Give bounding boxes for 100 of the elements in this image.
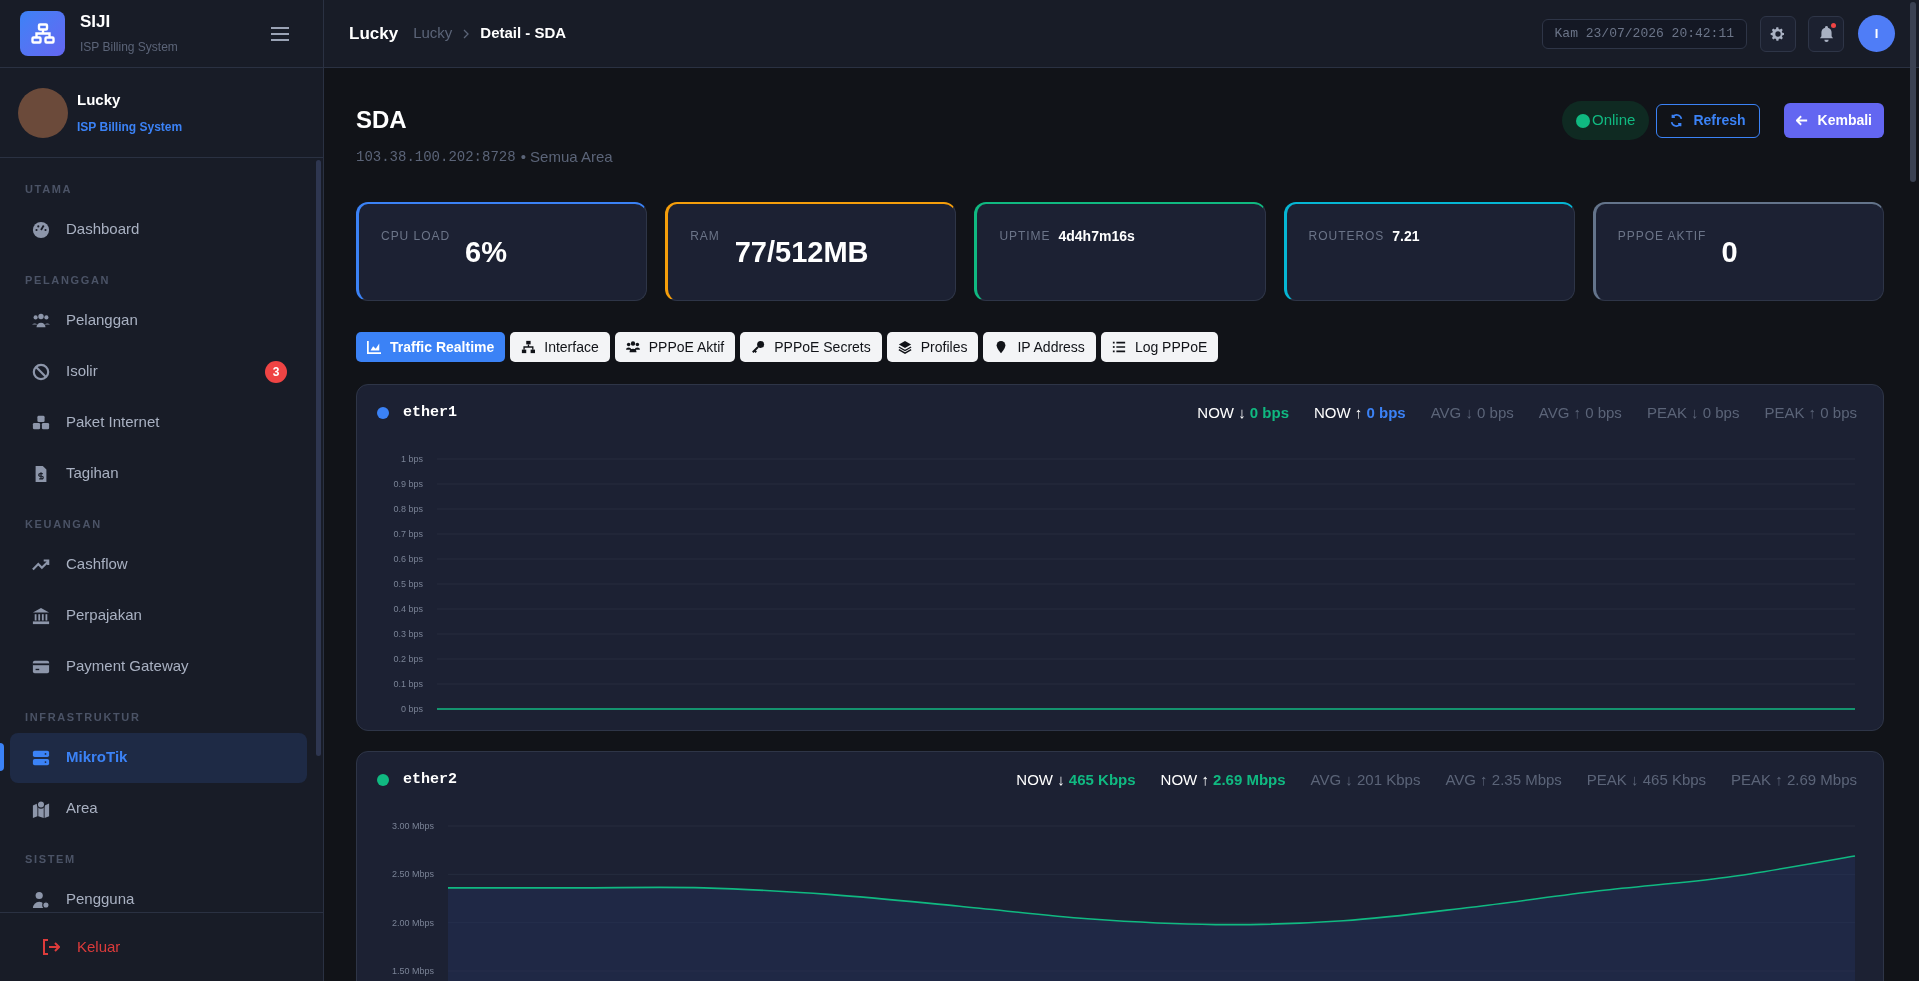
cubes-icon: [32, 413, 50, 432]
tab[interactable]: PPPoE Aktif: [614, 332, 736, 362]
breadcrumb-item: Detail - SDA: [480, 23, 567, 44]
traffic-stat: PEAK ↓ 465 Kbps: [1586, 769, 1707, 790]
traffic-stat: PEAK ↑ 0 bps: [1764, 402, 1857, 423]
app-subtitle: ISP Billing System: [80, 38, 178, 56]
section-label: UTAMA: [24, 182, 74, 197]
section-label: PELANGGAN: [24, 273, 112, 288]
bank-icon: [32, 606, 50, 625]
refresh-button[interactable]: Refresh: [1656, 103, 1760, 138]
layers-icon: [897, 340, 912, 354]
map-pin-icon: [32, 799, 50, 818]
datetime-display: Kam 23/07/2026 20:42:11: [1541, 18, 1747, 49]
sidebar-item[interactable]: Cashflow: [10, 539, 307, 590]
page-title: SDA: [356, 105, 408, 135]
tab[interactable]: Profiles: [886, 332, 979, 362]
tab[interactable]: Log PPPoE: [1100, 332, 1219, 362]
key-icon: [751, 340, 766, 354]
sidebar-item[interactable]: Area: [10, 783, 307, 834]
chevron-right-icon: [462, 28, 471, 39]
axis-label: 0.6 bps: [393, 554, 423, 564]
users-icon: [625, 340, 640, 354]
traffic-stat: AVG ↑ 2.35 Mbps: [1445, 769, 1562, 790]
user-role: ISP Billing System: [77, 118, 183, 136]
server-icon: [32, 748, 50, 767]
traffic-stat: NOW ↓ 0 bps: [1197, 402, 1289, 423]
traffic-stat: NOW ↓ 465 Kbps: [1016, 769, 1136, 790]
scrollbar-thumb[interactable]: [316, 160, 321, 756]
sidebar-item[interactable]: MikroTik: [10, 732, 307, 783]
stat-label: CPU LOAD: [381, 228, 451, 245]
axis-label: 1.50 Mbps: [391, 966, 434, 976]
settings-button[interactable]: [1760, 15, 1796, 52]
traffic-stat: AVG ↑ 0 bps: [1538, 402, 1622, 423]
logout-button[interactable]: Keluar: [42, 935, 121, 959]
traffic-stat: PEAK ↓ 0 bps: [1646, 402, 1740, 423]
count-badge: 3: [265, 360, 287, 383]
users-icon: [32, 311, 50, 330]
tab[interactable]: Interface: [510, 332, 610, 362]
user-gear-icon: [32, 890, 50, 909]
user-name: Lucky: [77, 90, 122, 111]
axis-label: 0.7 bps: [393, 529, 423, 539]
axis-label: 0.2 bps: [393, 654, 423, 664]
axis-label: 3.00 Mbps: [391, 821, 434, 831]
traffic-stat: NOW ↑ 0 bps: [1314, 402, 1406, 423]
sidebar-item[interactable]: Pengguna: [10, 874, 307, 912]
sidebar-item[interactable]: Payment Gateway: [10, 641, 307, 692]
section-label: INFRASTRUKTUR: [24, 710, 142, 725]
axis-label: 0 bps: [400, 704, 423, 714]
tab[interactable]: PPPoE Secrets: [740, 332, 882, 362]
axis-label: 0.5 bps: [393, 579, 423, 589]
refresh-icon: [1670, 114, 1684, 127]
notifications-button[interactable]: [1808, 15, 1844, 52]
traffic-stat: AVG ↓ 0 bps: [1430, 402, 1514, 423]
back-button[interactable]: Kembali: [1783, 103, 1884, 138]
area-label: • Semua Area: [520, 147, 613, 167]
stat-label: RAM: [690, 228, 720, 245]
active-indicator: [0, 743, 4, 771]
sidebar-item[interactable]: Perpajakan: [10, 590, 307, 641]
stat-value: 0: [1721, 235, 1738, 270]
bell-icon: [1818, 25, 1834, 42]
axis-label: 0.3 bps: [393, 629, 423, 639]
stat-value: 6%: [465, 235, 507, 270]
sidebar-item[interactable]: Dashboard: [10, 204, 307, 255]
tab[interactable]: IP Address: [983, 332, 1096, 362]
traffic-stat: AVG ↓ 201 Kbps: [1310, 769, 1421, 790]
axis-label: 0.4 bps: [393, 604, 423, 614]
stat-label: UPTIME: [999, 228, 1051, 245]
chart-area-icon: [367, 340, 381, 354]
ban-icon: [32, 362, 50, 381]
gauge-icon: [32, 220, 50, 239]
axis-label: 0.8 bps: [393, 504, 423, 514]
sidebar-item[interactable]: Tagihan: [10, 448, 307, 499]
stat-label: ROUTEROS: [1308, 228, 1385, 245]
settings-icon: [1770, 25, 1786, 42]
sidebar-item[interactable]: Isolir 3: [10, 346, 307, 397]
logout-icon: [42, 939, 60, 955]
header-title: Lucky: [349, 22, 399, 45]
sidebar-item[interactable]: Pelanggan: [10, 295, 307, 346]
section-label: KEUANGAN: [24, 517, 103, 532]
traffic-stat: PEAK ↑ 2.69 Mbps: [1731, 769, 1857, 790]
arrow-left-icon: [1795, 115, 1808, 126]
status-pill: Online: [1562, 101, 1650, 140]
menu-icon[interactable]: [271, 26, 289, 41]
sidebar-item[interactable]: Paket Internet: [10, 397, 307, 448]
interface-name: ether1: [403, 402, 457, 423]
traffic-stat: NOW ↑ 2.69 Mbps: [1160, 769, 1286, 790]
tab[interactable]: Traffic Realtime: [356, 332, 506, 362]
stat-value: 77/512MB: [734, 235, 869, 270]
scrollbar-thumb[interactable]: [1910, 2, 1916, 182]
axis-label: 0.1 bps: [393, 679, 423, 689]
list-icon: [1111, 340, 1126, 354]
user-avatar[interactable]: I: [1858, 15, 1895, 52]
stat-label: PPPOE AKTIF: [1617, 228, 1707, 245]
axis-label: 2.00 Mbps: [391, 917, 434, 928]
interface-name: ether2: [403, 769, 457, 790]
stat-value: 7.21: [1392, 227, 1420, 246]
avatar-photo-placeholder: [18, 87, 68, 138]
axis-label: 0.9 bps: [393, 479, 423, 489]
router-address: 103.38.100.202:8728: [356, 148, 516, 167]
app-title: SIJI: [80, 11, 112, 32]
